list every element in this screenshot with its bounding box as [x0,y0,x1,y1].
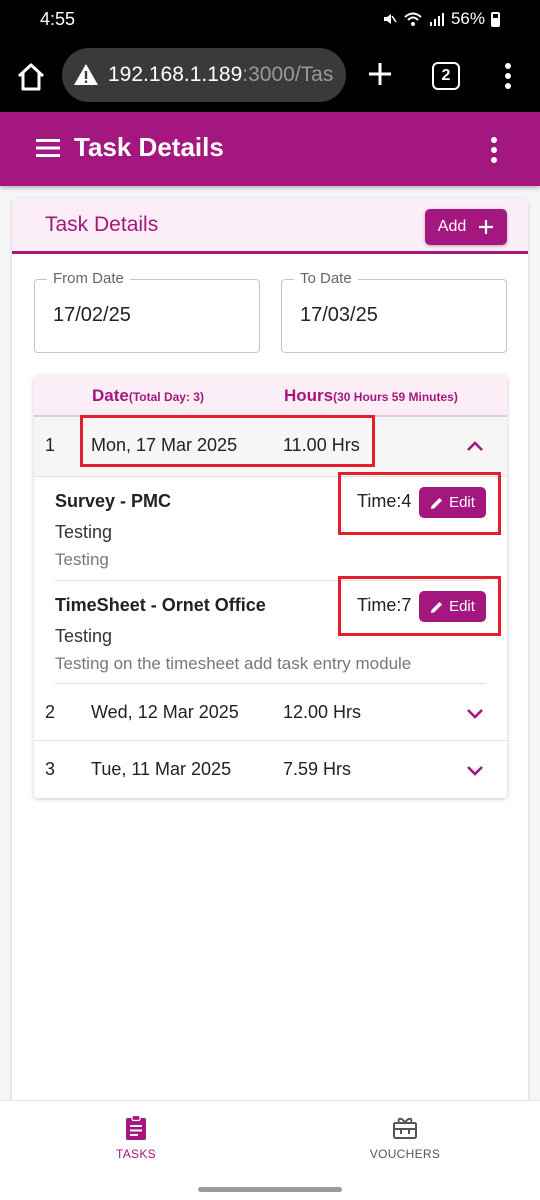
url-path: :3000/Tas [242,63,334,86]
chevron-down-icon[interactable] [464,702,486,724]
task-table: Date(Total Day: 3) Hours(30 Hours 59 Min… [34,375,507,798]
highlight-box [80,415,375,467]
plus-icon [479,220,494,234]
battery-icon [491,11,500,27]
clipboard-icon [126,1115,146,1140]
task-note: Testing [55,550,109,569]
browser-toolbar: 192.168.1.189:3000/Tas 2 [0,40,540,112]
nav-tasks-label: TASKS [116,1147,156,1161]
task-name: Survey - PMC [55,491,172,511]
row-number: 1 [45,435,56,455]
url-host: 192.168.1.189 [108,63,243,86]
row-date: Tue, 11 Mar 2025 [91,759,232,779]
row-hours: 7.59 Hrs [283,759,352,779]
table-row[interactable]: 3 Tue, 11 Mar 2025 7.59 Hrs [34,741,507,798]
task-note: Testing on the timesheet add task entry … [55,654,412,673]
to-date-value: 17/03/25 [300,304,378,326]
more-options-icon[interactable] [482,136,506,164]
bottom-navigation: TASKS VOUCHERS [0,1100,540,1200]
hours-column-header: Hours(30 Hours 59 Minutes) [284,386,458,405]
to-date-label: To Date [294,270,358,287]
menu-icon[interactable] [36,138,60,158]
add-button-label: Add [437,218,467,235]
page-title: Task Details [74,132,224,162]
wifi-icon [404,12,422,26]
nav-vouchers-label: VOUCHERS [369,1147,441,1161]
to-date-field[interactable]: To Date 17/03/25 [281,270,507,353]
new-tab-icon[interactable] [364,58,396,90]
mute-icon [383,14,397,24]
row-details: Survey - PMC Testing Testing Time:4 Edit… [34,472,507,684]
add-button[interactable]: Add [425,209,507,245]
from-date-field[interactable]: From Date 17/02/25 [34,270,260,353]
card-title: Task Details [45,213,159,236]
card-header: Task Details Add [12,198,528,254]
app-bar: Task Details [0,112,540,186]
table-header: Date(Total Day: 3) Hours(30 Hours 59 Min… [34,375,507,417]
voucher-icon [393,1117,417,1139]
task-description: Testing [55,626,113,646]
nav-tasks[interactable]: TASKS [66,1115,206,1161]
status-icons: 56% [381,9,500,29]
highlight-box [338,472,501,535]
battery-percent: 56% [450,9,485,28]
from-date-value: 17/02/25 [53,304,131,326]
chevron-down-icon[interactable] [464,759,486,781]
status-bar: 4:55 56% [0,0,540,40]
task-details-card: Task Details Add From Date 17/02/25 To D… [12,198,528,1198]
row-date: Wed, 12 Mar 2025 [91,702,239,722]
warning-icon[interactable] [72,61,100,89]
gesture-bar [198,1187,342,1192]
date-column-header: Date(Total Day: 3) [92,386,204,405]
nav-vouchers[interactable]: VOUCHERS [335,1115,475,1161]
tab-switcher-button[interactable]: 2 [432,62,460,90]
table-row[interactable]: 2 Wed, 12 Mar 2025 12.00 Hrs [34,684,507,741]
task-entry: TimeSheet - Ornet Office Testing Testing… [55,576,501,683]
row-number: 2 [45,702,56,722]
url-bar[interactable]: 192.168.1.189:3000/Tas [62,48,346,102]
row-hours: 12.00 Hrs [283,702,362,722]
status-time: 4:55 [40,9,76,29]
task-name: TimeSheet - Ornet Office [55,595,266,615]
from-date-label: From Date [47,270,130,287]
row-number: 3 [45,759,56,779]
task-description: Testing [55,522,113,542]
home-icon[interactable] [14,60,48,94]
chevron-up-icon[interactable] [464,435,486,457]
highlight-box [338,576,501,636]
signal-icon [429,13,444,26]
task-entry: Survey - PMC Testing Testing Time:4 Edit [55,472,501,580]
browser-more-icon[interactable] [496,60,520,92]
table-row[interactable]: 1 Mon, 17 Mar 2025 11.00 Hrs [34,415,507,477]
